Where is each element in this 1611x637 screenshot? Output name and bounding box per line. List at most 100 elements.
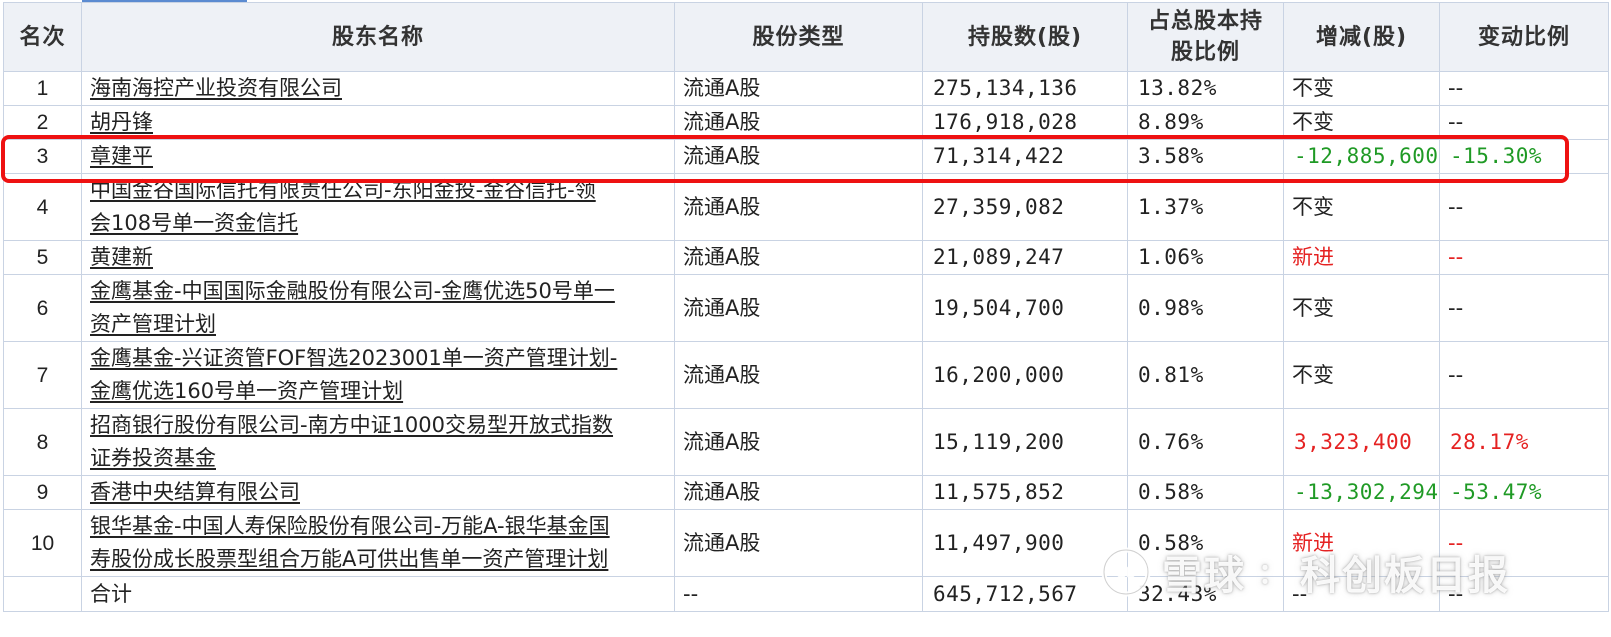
holder-name-link-line2[interactable]: 会108号单一资金信托 <box>90 211 298 235</box>
shares-held-cell: 16,200,000 <box>922 341 1128 409</box>
holding-ratio-cell: 0.98% <box>1127 274 1284 342</box>
change-cell: 新进 <box>1283 509 1440 577</box>
total-shares-cell: 645,712,567 <box>922 576 1128 612</box>
change-cell: 3,323,400 <box>1283 408 1440 476</box>
holder-name-cell: 香港中央结算有限公司 <box>81 475 675 510</box>
header-holding-ratio-line1: 占总股本持 <box>1147 9 1263 34</box>
change-ratio-cell: 28.17% <box>1439 408 1609 476</box>
holder-name-link-line1[interactable]: 金鹰基金-兴证资管FOF智选2023001单一资产管理计划- <box>90 346 617 370</box>
shares-held-cell: 19,504,700 <box>922 274 1128 342</box>
holder-name-link[interactable]: 黄建新 <box>90 245 153 269</box>
holder-name-link-line2[interactable]: 资产管理计划 <box>90 312 216 336</box>
holding-ratio-cell: 0.81% <box>1127 341 1284 409</box>
rank-cell: 1 <box>3 71 82 106</box>
holder-name-link-line1[interactable]: 招商银行股份有限公司-南方中证1000交易型开放式指数 <box>90 413 613 437</box>
holder-name-link[interactable]: 胡丹锋 <box>90 110 153 134</box>
holding-ratio-cell: 3.58% <box>1127 139 1284 174</box>
share-type-cell: 流通A股 <box>674 408 923 476</box>
holding-ratio-cell: 8.89% <box>1127 105 1284 140</box>
holding-ratio-cell: 0.76% <box>1127 408 1284 476</box>
header-change[interactable]: 增减(股) <box>1283 2 1440 72</box>
table-row: 10 银华基金-中国人寿保险股份有限公司-万能A-银华基金国 寿股份成长股票型组合… <box>3 509 1609 577</box>
rank-cell: 7 <box>3 341 82 409</box>
rank-cell: 4 <box>3 173 82 241</box>
holder-name-cell: 金鹰基金-兴证资管FOF智选2023001单一资产管理计划- 金鹰优选160号单一… <box>81 341 675 409</box>
holder-name-cell: 银华基金-中国人寿保险股份有限公司-万能A-银华基金国 寿股份成长股票型组合万能A… <box>81 509 675 577</box>
header-holder-name[interactable]: 股东名称 <box>81 2 675 72</box>
table-row-highlighted: 3 章建平 流通A股 71,314,422 3.58% -12,885,600 … <box>3 139 1609 174</box>
rank-cell: 3 <box>3 139 82 174</box>
table-row: 7 金鹰基金-兴证资管FOF智选2023001单一资产管理计划- 金鹰优选160号… <box>3 341 1609 409</box>
table-row: 9 香港中央结算有限公司 流通A股 11,575,852 0.58% -13,3… <box>3 475 1609 510</box>
share-type-cell: 流通A股 <box>674 509 923 577</box>
total-share-type-cell: -- <box>674 576 923 612</box>
holder-name-link-line1[interactable]: 中国金谷国际信托有限责任公司-东阳金投-金谷信托-领 <box>90 178 596 202</box>
table-header-row: 名次 股东名称 股份类型 持股数(股) 占总股本持股比例 增减(股) 变动比例 <box>3 2 1609 72</box>
table-row: 1 海南海控产业投资有限公司 流通A股 275,134,136 13.82% 不… <box>3 71 1609 106</box>
holder-name-cell: 金鹰基金-中国国际金融股份有限公司-金鹰优选50号单一 资产管理计划 <box>81 274 675 342</box>
share-type-cell: 流通A股 <box>674 173 923 241</box>
change-cell: -13,302,294 <box>1283 475 1440 510</box>
holder-name-link-line2[interactable]: 金鹰优选160号单一资产管理计划 <box>90 379 403 403</box>
total-ratio-cell: 32.43% <box>1127 576 1284 612</box>
rank-cell: 6 <box>3 274 82 342</box>
change-ratio-cell: -- <box>1439 173 1609 241</box>
table-row: 8 招商银行股份有限公司-南方中证1000交易型开放式指数 证券投资基金 流通A股… <box>3 408 1609 476</box>
rank-cell: 10 <box>3 509 82 577</box>
rank-cell: 9 <box>3 475 82 510</box>
shares-held-cell: 15,119,200 <box>922 408 1128 476</box>
rank-cell: 5 <box>3 240 82 275</box>
share-type-cell: 流通A股 <box>674 341 923 409</box>
shares-held-cell: 176,918,028 <box>922 105 1128 140</box>
holder-name-link-line2[interactable]: 寿股份成长股票型组合万能A可供出售单一资产管理计划 <box>90 547 608 571</box>
header-rank[interactable]: 名次 <box>3 2 82 72</box>
change-cell: 不变 <box>1283 105 1440 140</box>
holding-ratio-cell: 1.37% <box>1127 173 1284 241</box>
holder-name-cell: 中国金谷国际信托有限责任公司-东阳金投-金谷信托-领 会108号单一资金信托 <box>81 173 675 241</box>
change-ratio-cell: -- <box>1439 240 1609 275</box>
share-type-cell: 流通A股 <box>674 274 923 342</box>
holding-ratio-cell: 0.58% <box>1127 475 1284 510</box>
table-row: 2 胡丹锋 流通A股 176,918,028 8.89% 不变 -- <box>3 105 1609 140</box>
top-ten-shareholders-table: 名次 股东名称 股份类型 持股数(股) 占总股本持 股比例 增减(股) 变动比例 … <box>3 2 1609 612</box>
holder-name-cell: 章建平 <box>81 139 675 174</box>
change-ratio-cell: -53.47% <box>1439 475 1609 510</box>
header-change-ratio[interactable]: 变动比例 <box>1439 2 1609 72</box>
share-type-cell: 流通A股 <box>674 105 923 140</box>
holding-ratio-cell: 13.82% <box>1127 71 1284 106</box>
shares-held-cell: 275,134,136 <box>922 71 1128 106</box>
change-cell: 不变 <box>1283 341 1440 409</box>
header-holding-ratio-line2: 股比例 <box>1170 40 1240 65</box>
total-change-cell: -- <box>1283 576 1440 612</box>
header-holding-ratio[interactable]: 占总股本持 股比例 <box>1127 2 1284 72</box>
holder-name-link[interactable]: 海南海控产业投资有限公司 <box>90 76 342 100</box>
share-type-cell: 流通A股 <box>674 139 923 174</box>
change-ratio-cell: -- <box>1439 341 1609 409</box>
shares-held-cell: 71,314,422 <box>922 139 1128 174</box>
holder-name-cell: 招商银行股份有限公司-南方中证1000交易型开放式指数 证券投资基金 <box>81 408 675 476</box>
rank-cell: 8 <box>3 408 82 476</box>
holder-name-link[interactable]: 香港中央结算有限公司 <box>90 480 300 504</box>
shares-held-cell: 11,575,852 <box>922 475 1128 510</box>
total-row: 合计 -- 645,712,567 32.43% -- -- <box>3 576 1609 612</box>
share-type-cell: 流通A股 <box>674 475 923 510</box>
holder-name-link-line1[interactable]: 银华基金-中国人寿保险股份有限公司-万能A-银华基金国 <box>90 514 610 538</box>
change-cell: 不变 <box>1283 71 1440 106</box>
holder-name-cell: 海南海控产业投资有限公司 <box>81 71 675 106</box>
change-cell: 不变 <box>1283 274 1440 342</box>
change-ratio-cell: -- <box>1439 274 1609 342</box>
holder-name-link[interactable]: 章建平 <box>90 144 153 168</box>
total-change-ratio-cell: -- <box>1439 576 1609 612</box>
rank-cell-empty <box>3 576 82 612</box>
rank-cell: 2 <box>3 105 82 140</box>
holder-name-link-line1[interactable]: 金鹰基金-中国国际金融股份有限公司-金鹰优选50号单一 <box>90 279 615 303</box>
holder-name-cell: 黄建新 <box>81 240 675 275</box>
holder-name-link-line2[interactable]: 证券投资基金 <box>90 446 216 470</box>
change-ratio-cell: -15.30% <box>1439 139 1609 174</box>
change-ratio-cell: -- <box>1439 71 1609 106</box>
change-cell: 新进 <box>1283 240 1440 275</box>
header-share-type[interactable]: 股份类型 <box>674 2 923 72</box>
holder-name-cell: 胡丹锋 <box>81 105 675 140</box>
table-row: 4 中国金谷国际信托有限责任公司-东阳金投-金谷信托-领 会108号单一资金信托 … <box>3 173 1609 241</box>
header-shares-held[interactable]: 持股数(股) <box>922 2 1128 72</box>
